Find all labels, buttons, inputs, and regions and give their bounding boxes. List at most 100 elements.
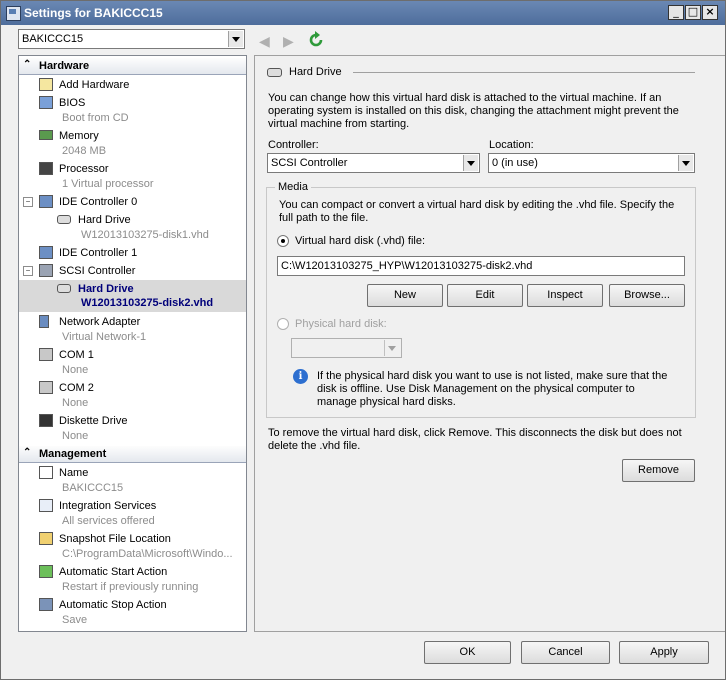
title-bar: Settings for BAKICCC15 _ □ × <box>1 1 725 25</box>
sidebar-item-scsi-controller[interactable]: − SCSI Controller <box>19 262 246 280</box>
scsi-controller-icon <box>39 264 53 277</box>
remove-button[interactable]: Remove <box>622 459 695 482</box>
minimize-button[interactable]: _ <box>668 5 684 20</box>
sidebar-item-sublabel: None <box>62 397 89 409</box>
network-adapter-icon <box>39 315 49 328</box>
chevron-down-icon[interactable] <box>228 31 243 47</box>
inspect-button[interactable]: Inspect <box>527 284 603 307</box>
name-field-icon <box>39 466 53 479</box>
sidebar-item-label: Memory <box>59 130 99 142</box>
ok-button[interactable]: OK <box>424 641 511 664</box>
sidebar-item-hard-drive-1[interactable]: Hard Drive W12013103275-disk1.vhd <box>19 211 246 244</box>
collapse-chevron-icon[interactable]: ⌃ <box>23 59 31 70</box>
back-arrow-icon[interactable]: ◀ <box>259 33 270 50</box>
hard-drive-icon <box>57 215 71 224</box>
sidebar-item-com-1[interactable]: COM 1 None <box>19 346 246 379</box>
sidebar-item-network-adapter[interactable]: Network Adapter Virtual Network-1 <box>19 313 246 346</box>
sidebar-item-diskette-drive[interactable]: Diskette Drive None <box>19 412 246 445</box>
diskette-icon <box>39 414 53 427</box>
forward-arrow-icon[interactable]: ▶ <box>283 33 294 50</box>
ide-controller-icon <box>39 195 53 208</box>
collapse-minus-icon[interactable]: − <box>23 197 33 207</box>
sidebar-item-sublabel: None <box>62 430 89 442</box>
sidebar-item-label: Hard Drive <box>78 283 134 295</box>
sidebar-item-label: Name <box>59 467 89 479</box>
sidebar-item-ide-controller-0[interactable]: − IDE Controller 0 <box>19 193 246 211</box>
browse-button[interactable]: Browse... <box>609 284 685 307</box>
hardware-section-header[interactable]: ⌃ Hardware <box>19 58 246 75</box>
maximize-button[interactable]: □ <box>685 5 701 20</box>
sidebar-item-com-2[interactable]: COM 2 None <box>19 379 246 412</box>
collapse-minus-icon[interactable]: − <box>23 266 33 276</box>
controller-dropdown[interactable]: SCSI Controller <box>267 153 480 173</box>
location-dropdown[interactable]: 0 (in use) <box>488 153 695 173</box>
hard-drive-icon <box>267 68 282 77</box>
sidebar-item-label: BIOS <box>59 97 86 109</box>
vm-selector-value: BAKICCC15 <box>22 33 84 45</box>
sidebar-item-integration-services[interactable]: Integration Services All services offere… <box>19 497 246 530</box>
sidebar-item-sublabel: C:\ProgramData\Microsoft\Windo... <box>62 548 233 560</box>
ide-controller-icon <box>39 246 53 259</box>
new-button[interactable]: New <box>367 284 443 307</box>
settings-app-icon <box>6 6 21 21</box>
com-port-icon <box>39 381 53 394</box>
title-divider <box>353 72 695 73</box>
controller-value: SCSI Controller <box>271 157 348 169</box>
location-label: Location: <box>489 139 534 151</box>
sidebar-item-sublabel: Virtual Network-1 <box>62 331 147 343</box>
sidebar-item-automatic-stop-action[interactable]: Automatic Stop Action Save <box>19 596 246 629</box>
sidebar-item-memory[interactable]: Memory 2048 MB <box>19 127 246 160</box>
sidebar-item-label: COM 1 <box>59 349 94 361</box>
panel-description: You can change how this virtual hard dis… <box>268 92 679 130</box>
sidebar-item-sublabel: All services offered <box>62 515 155 527</box>
snapshot-folder-icon <box>39 532 53 545</box>
sidebar-item-sublabel: 1 Virtual processor <box>62 178 154 190</box>
sidebar-item-label: IDE Controller 0 <box>59 196 138 208</box>
sidebar-item-sublabel: 2048 MB <box>62 145 107 157</box>
stop-action-icon <box>39 598 53 611</box>
sidebar-item-sublabel: Restart if previously running <box>62 581 199 593</box>
physical-disk-dropdown[interactable] <box>291 338 402 358</box>
location-value: 0 (in use) <box>492 157 538 169</box>
close-button[interactable]: × <box>702 5 718 20</box>
physical-disk-radio[interactable] <box>277 318 289 330</box>
hard-drive-settings-panel: Hard Drive You can change how this virtu… <box>254 55 725 632</box>
vhd-path-value: C:\W12013103275_HYP\W12013103275-disk2.v… <box>281 260 533 272</box>
sidebar-item-label: Automatic Start Action <box>59 566 168 578</box>
sidebar-item-add-hardware[interactable]: Add Hardware <box>19 76 246 94</box>
chevron-down-icon[interactable] <box>678 155 693 171</box>
chevron-down-icon[interactable] <box>463 155 478 171</box>
sidebar-item-label: Diskette Drive <box>59 415 128 427</box>
add-hardware-icon <box>39 78 53 91</box>
sidebar-item-label: SCSI Controller <box>59 265 136 277</box>
sidebar-item-sublabel: None <box>62 364 89 376</box>
collapse-chevron-icon[interactable]: ⌃ <box>23 447 31 458</box>
sidebar-item-label: COM 2 <box>59 382 94 394</box>
sidebar-item-sublabel: W12013103275-disk2.vhd <box>81 297 214 309</box>
edit-button[interactable]: Edit <box>447 284 523 307</box>
sidebar-item-label: Add Hardware <box>59 79 130 91</box>
sidebar-item-label: Network Adapter <box>59 316 141 328</box>
sidebar-item-automatic-start-action[interactable]: Automatic Start Action Restart if previo… <box>19 563 246 596</box>
hard-drive-icon <box>57 284 71 293</box>
management-section-header[interactable]: ⌃ Management <box>19 446 246 463</box>
sidebar-item-hard-drive-2[interactable]: Hard Drive W12013103275-disk2.vhd <box>19 280 246 312</box>
chevron-down-icon <box>384 340 400 356</box>
settings-tree: ⌃ Hardware Add Hardware BIOS Boot from C… <box>18 55 247 632</box>
sidebar-item-processor[interactable]: Processor 1 Virtual processor <box>19 160 246 193</box>
vhd-radio[interactable] <box>277 235 289 247</box>
sidebar-item-label: IDE Controller 1 <box>59 247 138 259</box>
sidebar-item-ide-controller-1[interactable]: IDE Controller 1 <box>19 244 246 262</box>
vhd-path-input[interactable]: C:\W12013103275_HYP\W12013103275-disk2.v… <box>277 256 685 276</box>
integration-services-icon <box>39 499 53 512</box>
sidebar-item-snapshot-file-location[interactable]: Snapshot File Location C:\ProgramData\Mi… <box>19 530 246 563</box>
refresh-icon[interactable] <box>307 31 325 49</box>
sidebar-item-bios[interactable]: BIOS Boot from CD <box>19 94 246 127</box>
start-action-icon <box>39 565 53 578</box>
sidebar-item-label: Hard Drive <box>78 214 131 226</box>
sidebar-item-name[interactable]: Name BAKICCC15 <box>19 464 246 497</box>
media-group-label: Media <box>275 181 311 193</box>
cancel-button[interactable]: Cancel <box>521 641 610 664</box>
vm-selector-dropdown[interactable]: BAKICCC15 <box>18 29 245 49</box>
apply-button[interactable]: Apply <box>619 641 709 664</box>
